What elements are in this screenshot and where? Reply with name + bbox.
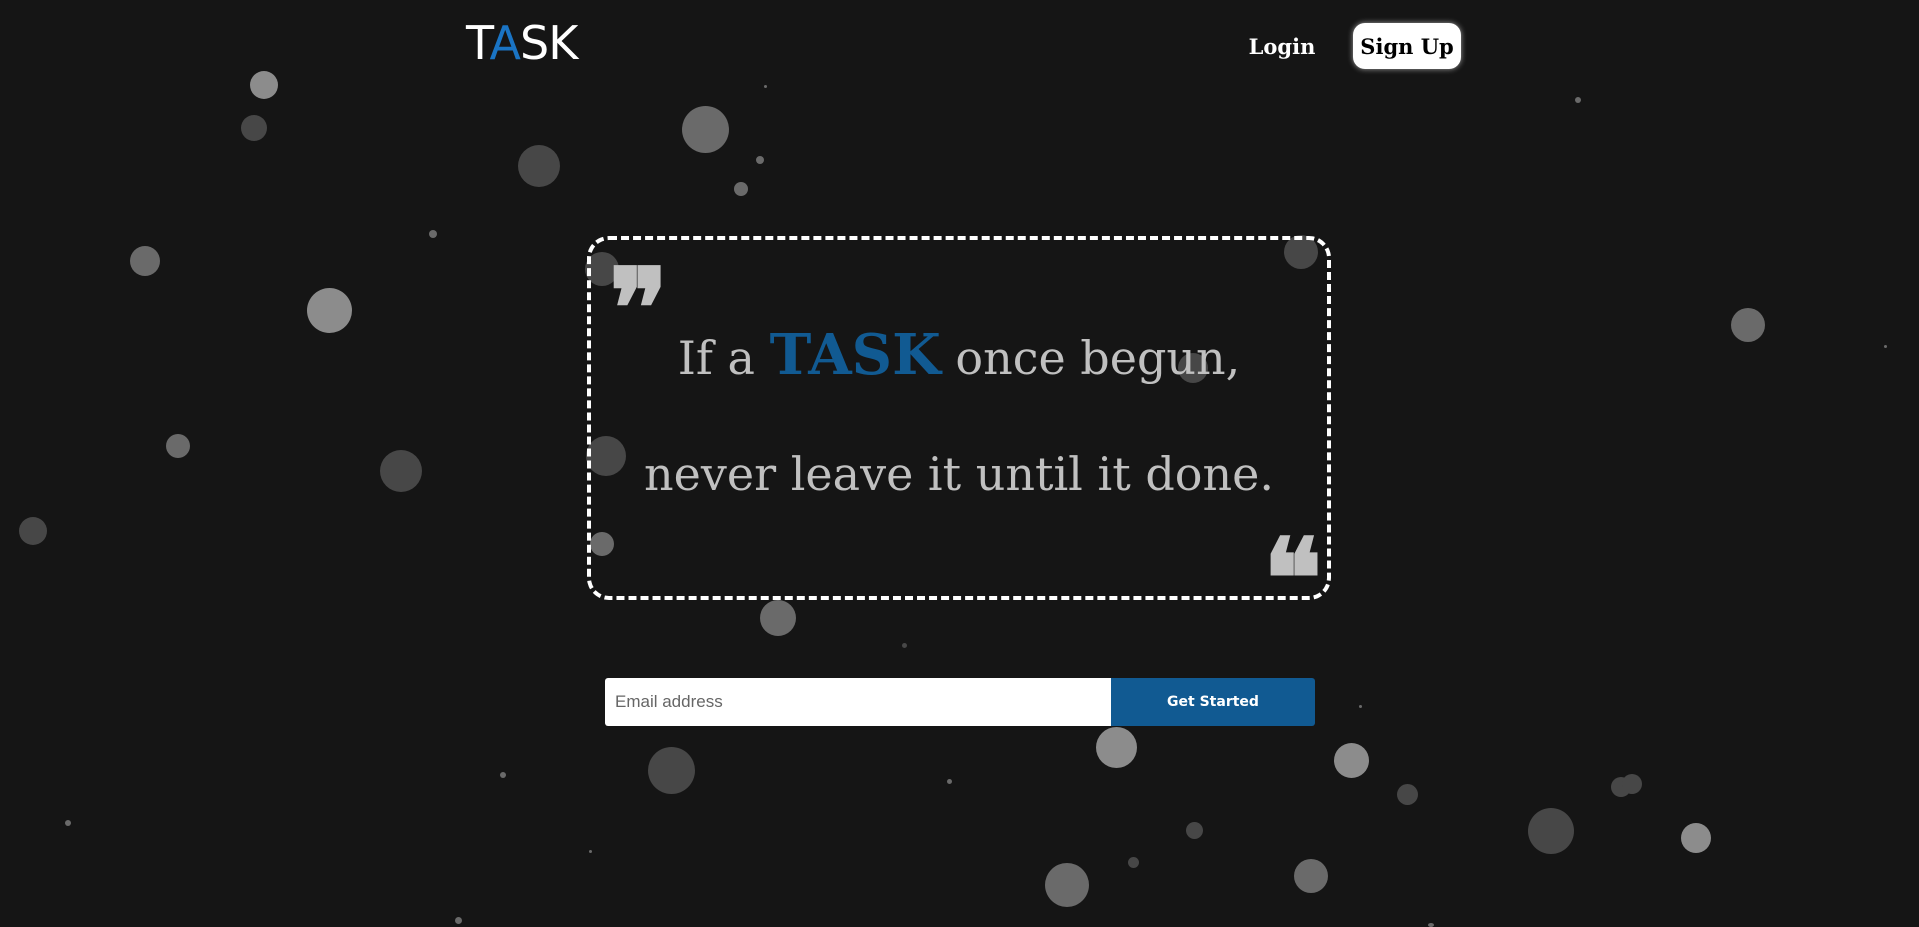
particle	[648, 747, 695, 794]
particle	[500, 772, 506, 778]
quote-text-before: If a	[677, 331, 770, 385]
logo-letters-sk: SK	[520, 16, 578, 70]
quote-card: ❞ If a TASK once begun, never leave it u…	[587, 236, 1331, 634]
particle	[902, 643, 907, 648]
particle	[1884, 345, 1887, 348]
particle	[764, 85, 767, 88]
particle	[429, 230, 437, 238]
particle	[589, 850, 592, 853]
particle	[1294, 859, 1328, 893]
particle	[734, 182, 748, 196]
landing-page: TASK Login Sign Up ❞ If a TASK once begu…	[0, 0, 1919, 927]
close-quote-icon: ❝	[1263, 514, 1323, 643]
particle	[65, 820, 71, 826]
quote-line-2: never leave it until it done.	[644, 447, 1274, 501]
particle	[1731, 308, 1765, 342]
particle	[1681, 823, 1711, 853]
quote-line-1: If a TASK once begun,	[591, 322, 1327, 388]
particle	[947, 779, 952, 784]
quote-text-after: once begun,	[940, 331, 1241, 385]
get-started-button[interactable]: Get Started	[1111, 678, 1315, 726]
particle	[1622, 774, 1642, 794]
site-logo[interactable]: TASK	[466, 16, 578, 70]
particle	[1186, 822, 1203, 839]
particle	[241, 115, 267, 141]
particle	[682, 106, 729, 153]
particle	[130, 246, 160, 276]
particle	[19, 517, 47, 545]
particle	[1428, 923, 1434, 927]
particle	[756, 156, 764, 164]
logo-letter-t: T	[466, 16, 491, 70]
particle	[250, 71, 278, 99]
particle	[1575, 97, 1581, 103]
particle	[760, 600, 796, 636]
particle	[455, 917, 462, 924]
particle	[1359, 705, 1362, 708]
particle	[1096, 727, 1137, 768]
particle	[307, 288, 352, 333]
particle	[1128, 857, 1139, 868]
email-input[interactable]	[605, 678, 1111, 726]
signup-button[interactable]: Sign Up	[1353, 23, 1461, 69]
particle	[380, 450, 422, 492]
particle	[1334, 743, 1369, 778]
particle	[166, 434, 190, 458]
particle	[518, 145, 560, 187]
particle	[1397, 784, 1418, 805]
quote-highlight-task: TASK	[769, 322, 941, 388]
particle	[1045, 863, 1089, 907]
logo-letter-a-accent: A	[489, 16, 521, 70]
particle	[1528, 808, 1574, 854]
login-button[interactable]: Login	[1230, 24, 1334, 68]
